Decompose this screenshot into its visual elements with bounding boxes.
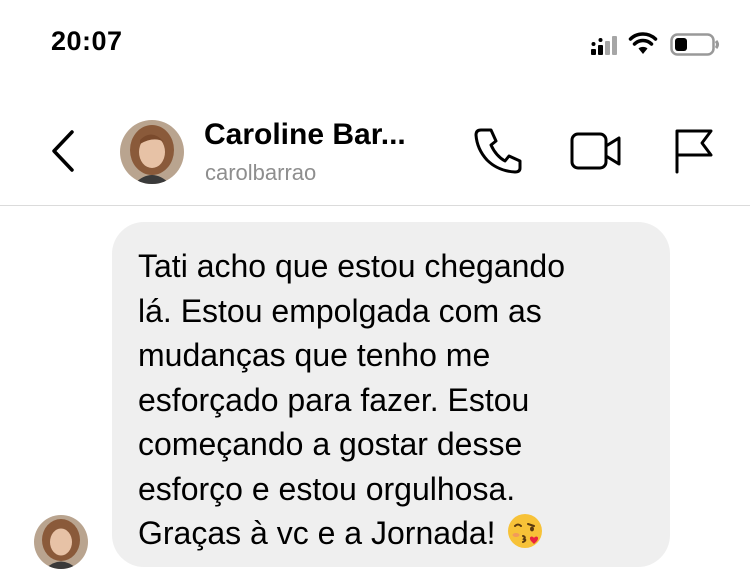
avatar[interactable] (120, 120, 184, 184)
back-button[interactable] (44, 126, 84, 176)
kissing-face-with-heart-icon (506, 512, 544, 562)
message-body: Tati acho que estou chegando lá. Estou e… (138, 248, 565, 551)
contact-name[interactable]: Caroline Bar... (204, 118, 406, 152)
contact-handle: carolbarrao (205, 160, 317, 185)
video-icon (570, 132, 621, 170)
status-time: 20:07 (51, 26, 123, 56)
sender-photo (34, 515, 88, 569)
wifi-icon (628, 32, 658, 54)
back-icon (52, 130, 74, 172)
phone-icon (474, 128, 522, 174)
contact-photo (120, 120, 184, 184)
video-call-button[interactable] (569, 130, 623, 172)
header-divider (0, 205, 750, 206)
call-button[interactable] (472, 126, 524, 176)
report-button[interactable] (672, 126, 716, 176)
battery-icon (670, 33, 719, 56)
message-text: Tati acho que estou chegando lá. Estou e… (138, 244, 646, 562)
message-bubble[interactable]: Tati acho que estou chegando lá. Estou e… (112, 222, 670, 567)
chat-screen: 20:07 Caroline Bar... carolbarrao Tati a… (0, 0, 750, 587)
flag-icon (675, 129, 713, 174)
sender-avatar[interactable] (34, 515, 88, 569)
signal-icon (591, 36, 617, 55)
